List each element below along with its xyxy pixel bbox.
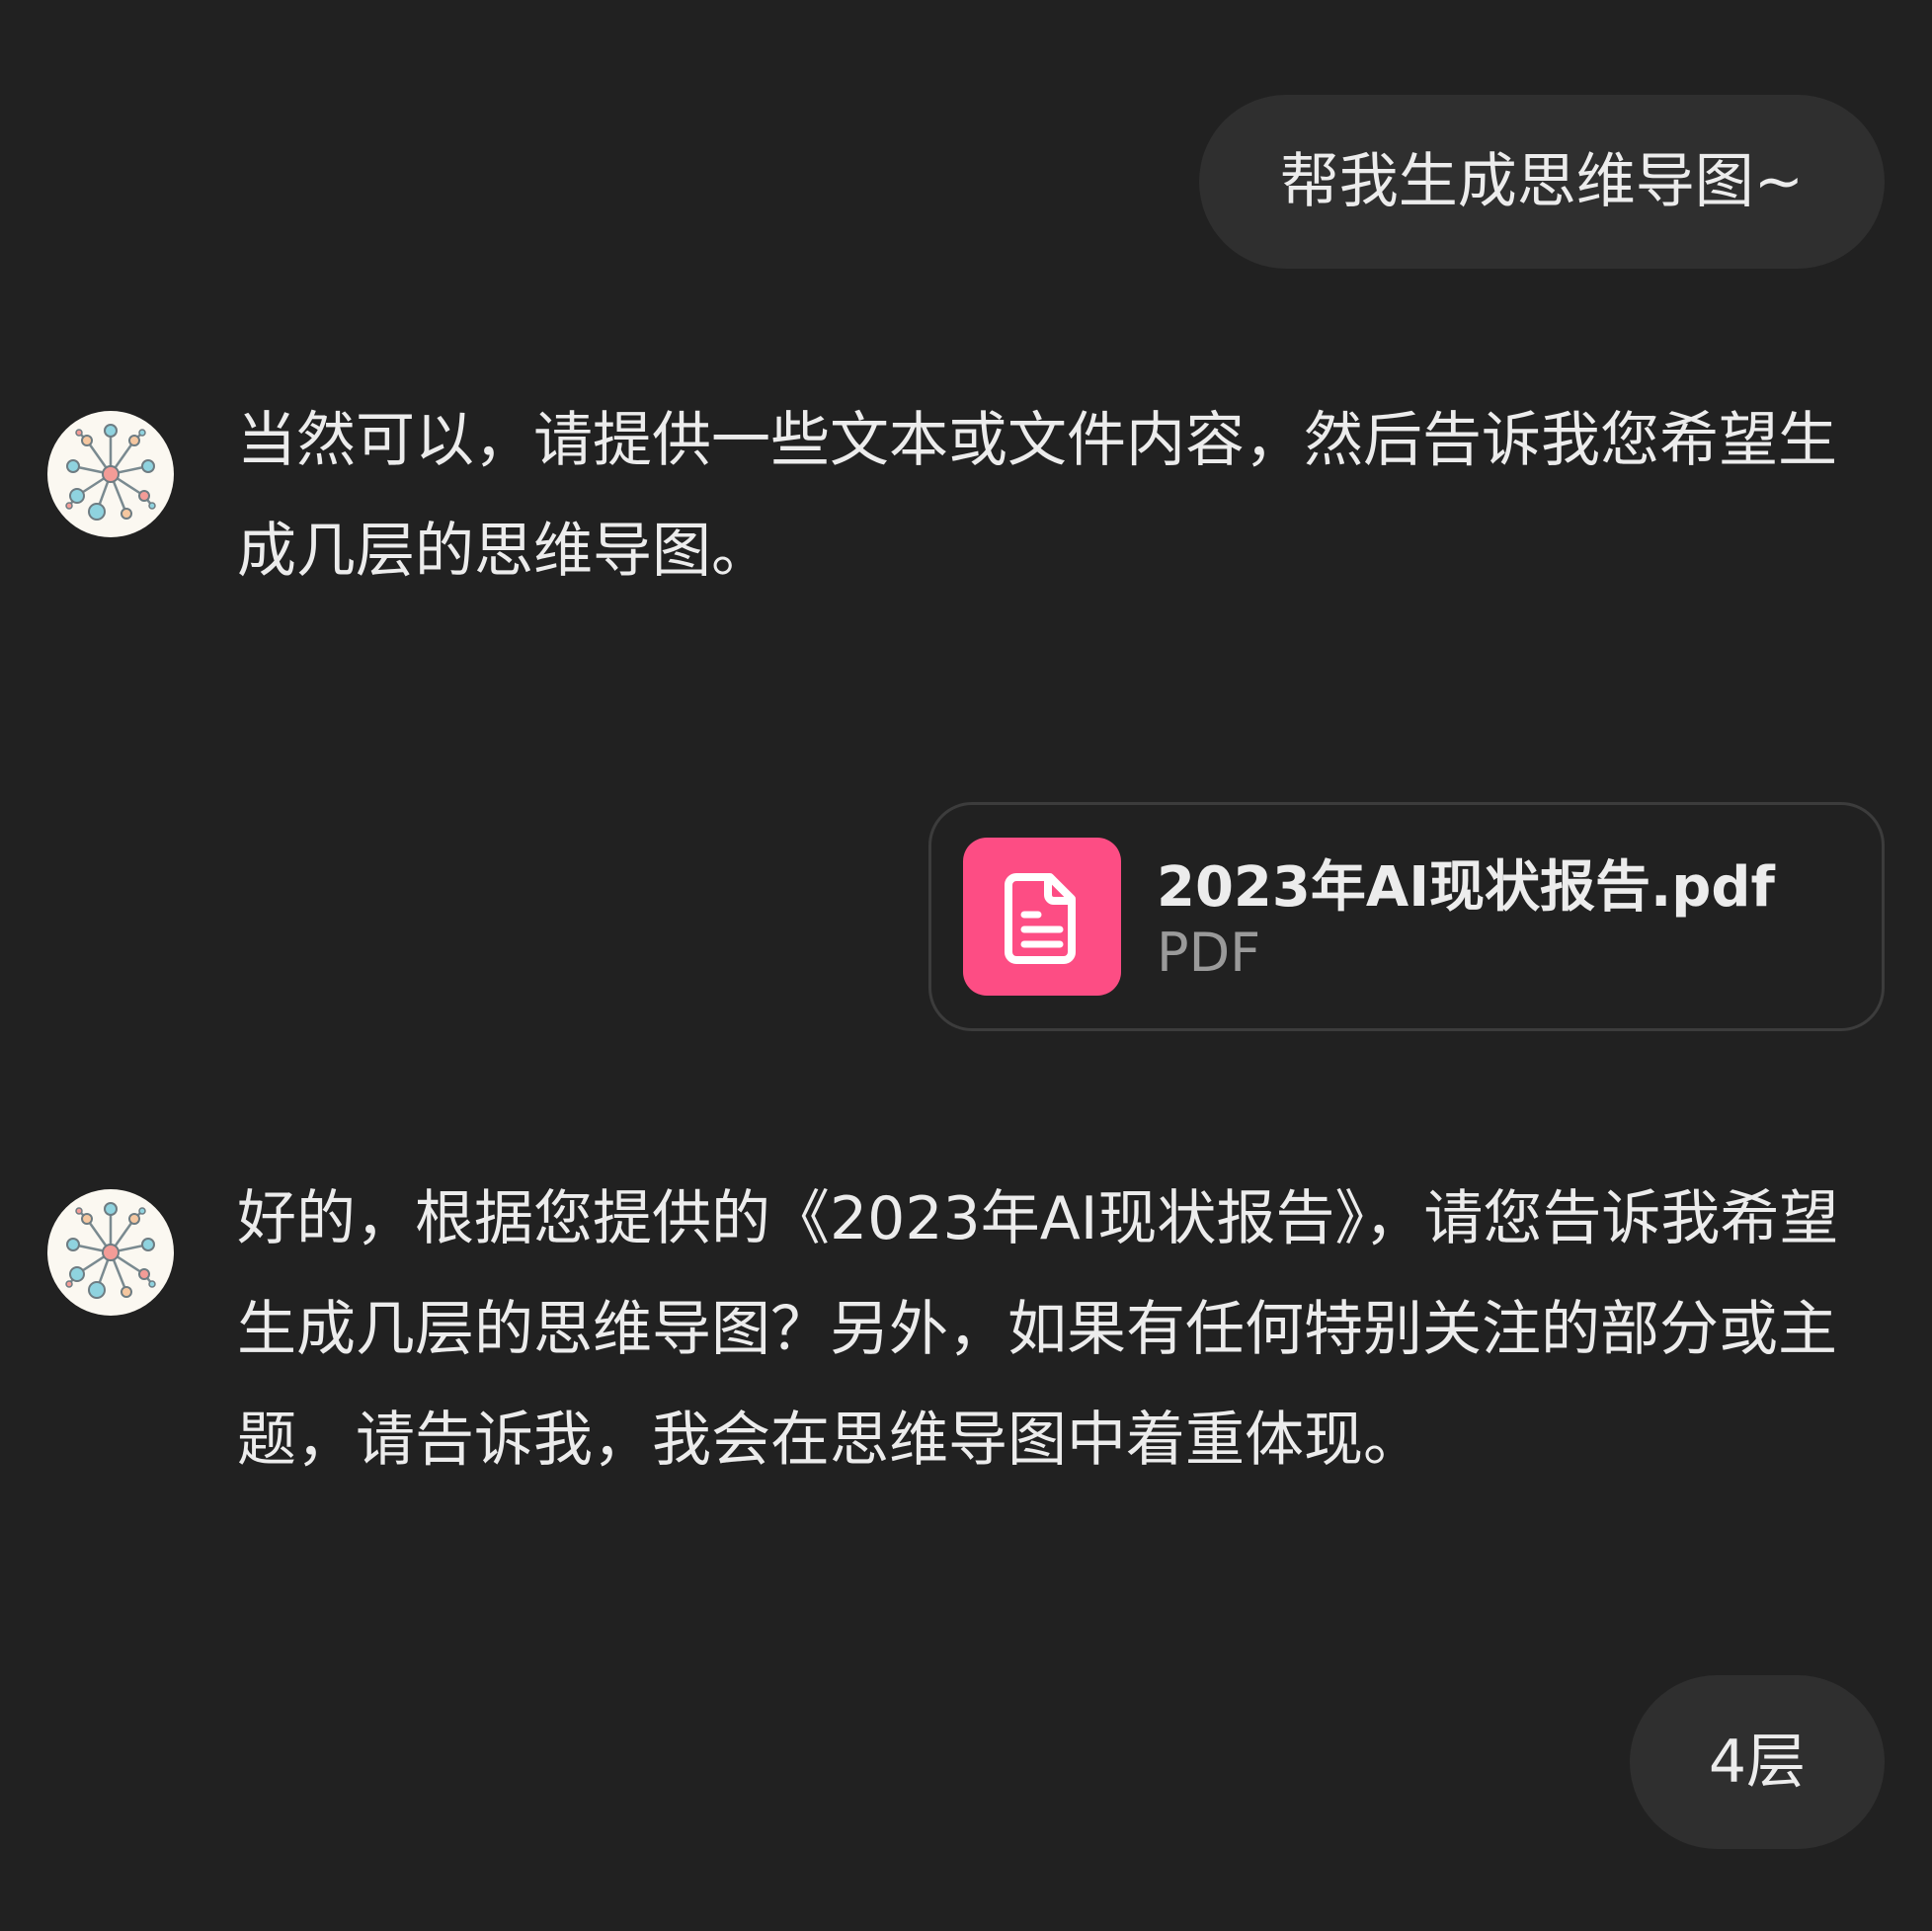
- mind-map-icon: [65, 1202, 156, 1299]
- assistant-message-text: 当然可以，请提供一些文本或文件内容，然后告诉我您希望生成几层的思维导图。: [237, 406, 1837, 586]
- file-name: 2023年AI现状报告.pdf: [1157, 855, 1775, 920]
- user-message-text: 4层: [1708, 1728, 1806, 1797]
- user-message-bubble: 帮我生成思维导图~: [1198, 95, 1885, 269]
- user-message-bubble: 4层: [1629, 1675, 1885, 1849]
- assistant-message-text: 好的，根据您提供的《2023年AI现状报告》，请您告诉我希望生成几层的思维导图？…: [237, 1184, 1839, 1475]
- chat-thread: 帮我生成思维导图~ 当然可以，请提供一些文本或文件内容，然后告诉我您希望生成几层…: [0, 0, 1932, 1931]
- file-document-icon: [963, 838, 1121, 996]
- assistant-avatar: [47, 1189, 174, 1316]
- file-type: PDF: [1157, 922, 1261, 984]
- user-message-text: 帮我生成思维导图~: [1279, 147, 1804, 216]
- file-attachment-card[interactable]: 2023年AI现状报告.pdf PDF: [928, 802, 1885, 1031]
- mind-map-icon: [65, 424, 156, 521]
- assistant-avatar: [47, 411, 174, 537]
